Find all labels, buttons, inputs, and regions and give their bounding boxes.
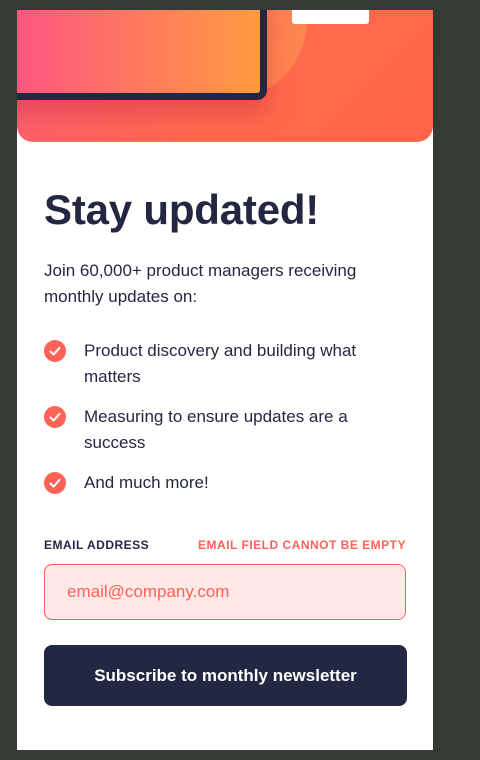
- feature-text: Measuring to ensure updates are a succes…: [84, 407, 348, 452]
- feature-text: Product discovery and building what matt…: [84, 341, 357, 386]
- subscribe-button[interactable]: Subscribe to monthly newsletter: [44, 645, 407, 706]
- signup-card: Stay updated! Join 60,000+ product manag…: [17, 10, 433, 750]
- illustration-tab: [292, 10, 369, 24]
- intro-text: Join 60,000+ product managers receiving …: [44, 261, 357, 306]
- feature-item: And much more!: [44, 470, 404, 496]
- email-error-message: Email field cannot be empty: [198, 538, 406, 552]
- feature-item: Measuring to ensure updates are a succes…: [44, 404, 404, 456]
- check-icon: [44, 340, 66, 362]
- email-label: Email address: [44, 538, 149, 552]
- illustration-laptop-screen: [17, 10, 267, 100]
- hero-illustration: [17, 10, 433, 142]
- page-title: Stay updated!: [44, 186, 320, 233]
- feature-item: Product discovery and building what matt…: [44, 338, 404, 390]
- check-icon: [44, 472, 66, 494]
- email-field[interactable]: [44, 564, 406, 620]
- check-icon: [44, 406, 66, 428]
- feature-text: And much more!: [84, 473, 209, 492]
- email-label-text: Email address: [44, 538, 150, 552]
- feature-list: Product discovery and building what matt…: [44, 338, 404, 510]
- email-error-text: Email field cannot be empty: [198, 538, 406, 552]
